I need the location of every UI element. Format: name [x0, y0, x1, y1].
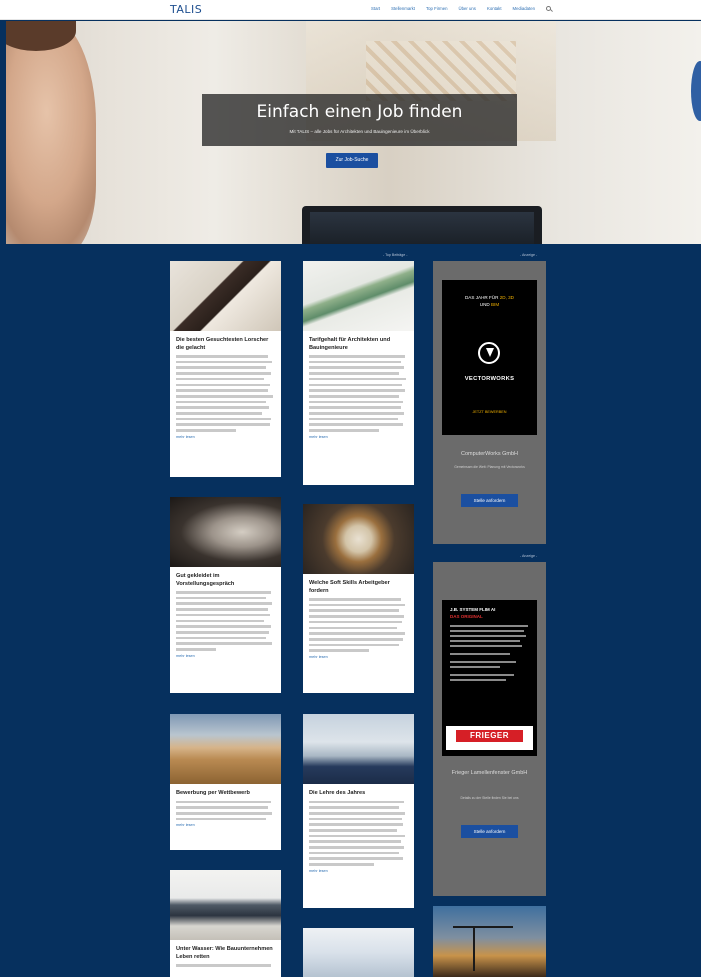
- article-image-meeting: [303, 504, 414, 574]
- article-card[interactable]: Welche Soft Skills Arbeitgeber fordern m…: [303, 504, 414, 693]
- nav-item-start[interactable]: Start: [371, 6, 380, 11]
- hero-decor-plate: [691, 61, 701, 121]
- ad-apply-button[interactable]: Stelle anfordern: [461, 494, 518, 507]
- article-title[interactable]: Tarifgehalt für Architekten und Bauingen…: [309, 337, 408, 352]
- nav-item-mediadaten[interactable]: Mediadaten: [513, 6, 535, 11]
- search-icon[interactable]: [546, 6, 551, 11]
- article-card[interactable]: Gut gekleidet im Vorstellungsgespräch me…: [170, 497, 281, 693]
- article-title[interactable]: Unter Wasser: Wie Bauunternehmen Leben r…: [176, 946, 275, 961]
- nav-item-kontakt[interactable]: Kontakt: [487, 6, 502, 11]
- hero-laptop-image: [302, 206, 542, 244]
- article-image-desert: [170, 714, 281, 784]
- article-title[interactable]: Die Lehre des Jahres: [309, 790, 408, 798]
- ad-label-mid: - Anzeige -: [520, 554, 538, 558]
- article-card[interactable]: Tarifgehalt für Architekten und Bauingen…: [303, 261, 414, 485]
- article-title[interactable]: Gut gekleidet im Vorstellungsgespräch: [176, 573, 275, 588]
- read-more-link[interactable]: mehr lesen: [309, 435, 408, 439]
- ad-headline: DAS JAHR FÜR: [464, 295, 499, 300]
- nav-item-stellenmarkt[interactable]: Stellenmarkt: [391, 6, 415, 11]
- hero-person-image: [6, 21, 96, 244]
- hero-banner: Einfach einen Job finden Mit TALIS – all…: [6, 21, 701, 244]
- ad-cta-line: JETZT BEWERBEN: [472, 410, 507, 414]
- ad-vectorworks-banner[interactable]: DAS JAHR FÜR 2D, 3D UND BIM VECTORWORKS …: [442, 280, 537, 435]
- ad-frieger[interactable]: J.B. SYSTEM FLIM AI DAS ORIGINAL FRIEGER…: [433, 562, 546, 896]
- article-card[interactable]: Die besten Gesuchtesten Lorscher die gel…: [170, 261, 281, 477]
- crane-image: [453, 926, 513, 928]
- article-card[interactable]: Bewerbung per Wettbewerb mehr lesen: [170, 714, 281, 850]
- read-more-link[interactable]: mehr lesen: [176, 654, 275, 658]
- ad-headline: J.B. SYSTEM FLIM AI: [450, 607, 496, 612]
- article-card[interactable]: Unter Wasser: Wie Bauunternehmen Leben r…: [170, 870, 281, 977]
- site-logo[interactable]: TALIS: [170, 3, 202, 16]
- ad-label-top: - Anzeige -: [520, 253, 538, 257]
- ad-brand-logo: FRIEGER: [446, 726, 533, 750]
- top-articles-label: - Top Beiträge -: [383, 253, 408, 257]
- site-header: TALIS Start Stellenmarkt Top Firmen Über…: [0, 0, 701, 20]
- article-image-handshake: [170, 261, 281, 331]
- nav-item-top-firmen[interactable]: Top Firmen: [426, 6, 448, 11]
- hero-text-box: Einfach einen Job finden Mit TALIS – all…: [202, 94, 517, 146]
- article-image-portrait: [303, 714, 414, 784]
- ad-company-description: Gemeinsam die Welt: Planung mit Vectorwo…: [454, 465, 525, 469]
- article-image-house: [170, 870, 281, 940]
- article-title[interactable]: Bewerbung per Wettbewerb: [176, 790, 275, 798]
- ad-brand: VECTORWORKS: [464, 376, 515, 382]
- ad-company-name: ComputerWorks GmbH: [460, 451, 519, 457]
- ad-headline-tag: DAS ORIGINAL: [450, 614, 483, 619]
- read-more-link[interactable]: mehr lesen: [309, 869, 408, 873]
- article-image-money: [303, 261, 414, 331]
- nav-item-ueber-uns[interactable]: Über uns: [459, 6, 476, 11]
- ad-frieger-banner[interactable]: J.B. SYSTEM FLIM AI DAS ORIGINAL FRIEGER: [442, 600, 537, 756]
- ad-construction[interactable]: [433, 906, 546, 977]
- vectorworks-logo-icon: [478, 342, 500, 364]
- read-more-link[interactable]: mehr lesen: [309, 655, 408, 659]
- hero-background-tiles: [366, 41, 516, 101]
- read-more-link[interactable]: mehr lesen: [176, 823, 275, 827]
- ad-company-name: Frieger Lamellenfenster GmbH: [451, 770, 528, 776]
- article-card[interactable]: [303, 928, 414, 977]
- article-title[interactable]: Welche Soft Skills Arbeitgeber fordern: [309, 580, 408, 595]
- hero-subtitle: Mit TALIS – alle Jobs für Architekten un…: [289, 129, 430, 134]
- article-card[interactable]: Die Lehre des Jahres mehr lesen: [303, 714, 414, 908]
- ad-vectorworks[interactable]: DAS JAHR FÜR 2D, 3D UND BIM VECTORWORKS …: [433, 261, 546, 544]
- article-title[interactable]: Die besten Gesuchtesten Lorscher die gel…: [176, 337, 275, 352]
- ad-apply-button[interactable]: Stelle anfordern: [461, 825, 518, 838]
- main-nav: Start Stellenmarkt Top Firmen Über uns K…: [371, 6, 551, 11]
- ad-headline-highlight: 2D, 3D: [499, 295, 515, 300]
- crane-image-mast: [473, 926, 475, 971]
- ad-company-description: Details zu der Stelle finden Sie bei uns: [460, 796, 519, 800]
- hero-title: Einfach einen Job finden: [256, 102, 463, 122]
- read-more-link[interactable]: mehr lesen: [176, 435, 275, 439]
- article-image-businessman: [170, 497, 281, 567]
- job-search-button[interactable]: Zur Job-Suche: [326, 153, 378, 168]
- article-image-screens: [303, 928, 414, 977]
- ad-brand: FRIEGER: [456, 730, 523, 742]
